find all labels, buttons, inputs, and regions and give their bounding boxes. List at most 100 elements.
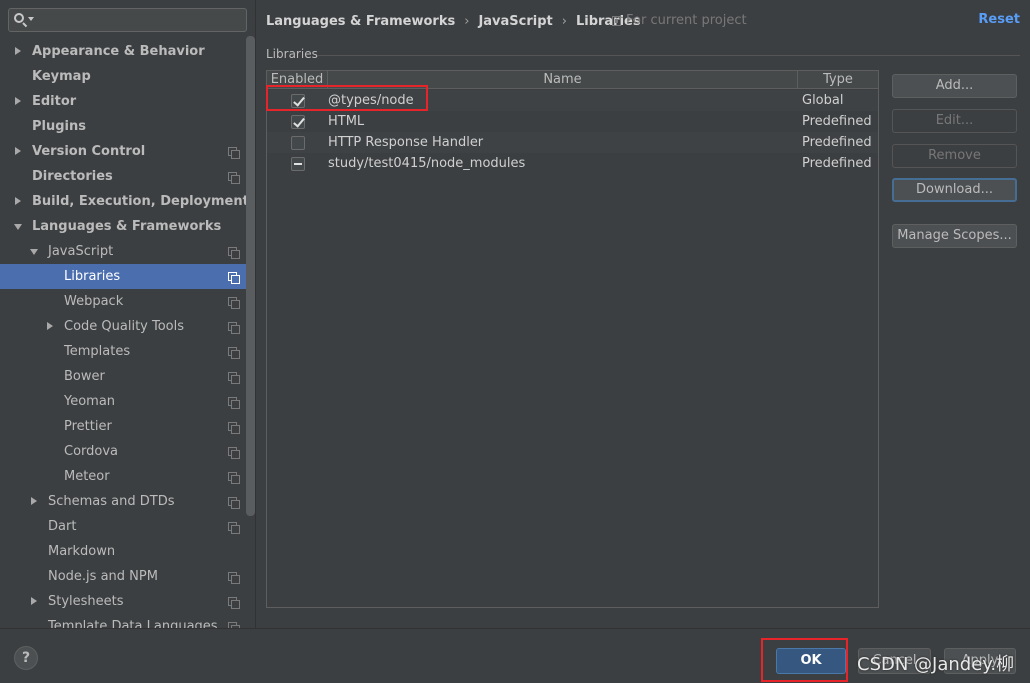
chevron-right-icon[interactable] — [15, 197, 21, 205]
sidebar-scrollbar[interactable] — [246, 36, 255, 516]
search-box[interactable] — [8, 8, 247, 32]
settings-sidebar: Appearance & Behavior Keymap Editor Plug… — [0, 0, 256, 628]
project-settings-icon — [228, 597, 240, 609]
sidebar-item-label: Prettier — [64, 419, 112, 434]
sidebar-item-label: Version Control — [32, 144, 146, 159]
sidebar-item-label: Markdown — [48, 544, 116, 559]
search-icon[interactable] — [13, 12, 35, 28]
project-settings-icon — [228, 422, 240, 434]
sidebar-item-editor[interactable]: Editor — [0, 89, 248, 114]
sidebar-item-libraries[interactable]: Libraries — [0, 264, 248, 289]
enabled-checkbox[interactable] — [290, 156, 305, 171]
enabled-checkbox[interactable] — [290, 114, 305, 129]
sidebar-item-meteor[interactable]: Meteor — [0, 464, 248, 489]
project-settings-icon — [228, 522, 240, 534]
sidebar-item-label: Stylesheets — [48, 594, 124, 609]
table-cell-type: Global — [802, 93, 844, 108]
chevron-right-icon[interactable] — [15, 97, 21, 105]
remove-button[interactable]: Remove — [892, 144, 1017, 168]
sidebar-item-webpack[interactable]: Webpack — [0, 289, 248, 314]
sidebar-item-label: Meteor — [64, 469, 110, 484]
sidebar-item-label: Libraries — [64, 269, 121, 284]
sidebar-item-yeoman[interactable]: Yeoman — [0, 389, 248, 414]
sidebar-item-dart[interactable]: Dart — [0, 514, 248, 539]
sidebar-item-prettier[interactable]: Prettier — [0, 414, 248, 439]
sidebar-item-label: Cordova — [64, 444, 119, 459]
sidebar-item-languages-frameworks[interactable]: Languages & Frameworks — [0, 214, 248, 239]
enabled-checkbox[interactable] — [290, 93, 305, 108]
project-settings-icon — [228, 497, 240, 509]
search-input[interactable] — [35, 10, 246, 30]
table-row[interactable]: HTML Predefined — [267, 111, 878, 132]
dialog-footer: ? OK Cancel Apply CSDN @Jandey.柳 — [0, 628, 1030, 683]
sidebar-item-markdown[interactable]: Markdown — [0, 539, 248, 564]
sidebar-item-directories[interactable]: Directories — [0, 164, 248, 189]
sidebar-item-schemas-dtds[interactable]: Schemas and DTDs — [0, 489, 248, 514]
chevron-down-icon[interactable] — [14, 224, 22, 230]
project-settings-icon — [228, 247, 240, 259]
sidebar-item-stylesheets[interactable]: Stylesheets — [0, 589, 248, 614]
table-cell-enabled — [267, 156, 328, 171]
sidebar-item-label: Appearance & Behavior — [32, 44, 205, 59]
project-settings-icon — [228, 397, 240, 409]
project-settings-icon — [228, 322, 240, 334]
sidebar-item-label: Template Data Languages — [48, 619, 218, 628]
sidebar-item-label: Node.js and NPM — [48, 569, 158, 584]
sidebar-item-keymap[interactable]: Keymap — [0, 64, 248, 89]
manage-scopes-button[interactable]: Manage Scopes... — [892, 224, 1017, 248]
sidebar-item-javascript[interactable]: JavaScript — [0, 239, 248, 264]
sidebar-item-label: Webpack — [64, 294, 124, 309]
table-cell-type: Predefined — [802, 114, 872, 129]
add-button[interactable]: Add... — [892, 74, 1017, 98]
table-body: @types/node Global HTML Predefined HTTP … — [267, 90, 878, 174]
sidebar-item-code-quality-tools[interactable]: Code Quality Tools — [0, 314, 248, 339]
sidebar-item-nodejs-npm[interactable]: Node.js and NPM — [0, 564, 248, 589]
table-cell-type: Predefined — [802, 135, 872, 150]
chevron-right-icon[interactable] — [47, 322, 53, 330]
scope-indicator: For current project — [612, 13, 747, 28]
column-header-type[interactable]: Type — [798, 71, 878, 89]
cancel-button[interactable]: Cancel — [858, 648, 931, 674]
download-button[interactable]: Download... — [892, 178, 1017, 202]
table-row[interactable]: @types/node Global — [267, 90, 878, 111]
column-header-name[interactable]: Name — [328, 71, 798, 89]
sidebar-item-label: Code Quality Tools — [64, 319, 185, 334]
sidebar-item-plugins[interactable]: Plugins — [0, 114, 248, 139]
project-icon — [612, 15, 621, 26]
sidebar-item-label: Plugins — [32, 119, 86, 134]
column-header-enabled[interactable]: Enabled — [267, 71, 328, 89]
sidebar-item-label: Keymap — [32, 69, 91, 84]
enabled-checkbox[interactable] — [290, 135, 305, 150]
table-cell-name: @types/node — [328, 93, 414, 108]
chevron-right-icon[interactable] — [15, 147, 21, 155]
sidebar-item-bower[interactable]: Bower — [0, 364, 248, 389]
table-header: Enabled Name Type — [267, 71, 878, 89]
sidebar-item-templates[interactable]: Templates — [0, 339, 248, 364]
sidebar-item-cordova[interactable]: Cordova — [0, 439, 248, 464]
sidebar-item-appearance-behavior[interactable]: Appearance & Behavior — [0, 39, 248, 64]
table-row[interactable]: HTTP Response Handler Predefined — [267, 132, 878, 153]
chevron-right-icon[interactable] — [31, 597, 37, 605]
sidebar-item-label: Languages & Frameworks — [32, 219, 222, 234]
table-cell-type: Predefined — [802, 156, 872, 171]
table-row[interactable]: study/test0415/node_modules Predefined — [267, 153, 878, 174]
table-cell-enabled — [267, 93, 328, 108]
chevron-right-icon[interactable] — [15, 47, 21, 55]
sidebar-item-version-control[interactable]: Version Control — [0, 139, 248, 164]
reset-link[interactable]: Reset — [978, 12, 1020, 27]
sidebar-item-build-execution-deployment[interactable]: Build, Execution, Deployment — [0, 189, 249, 214]
ok-button[interactable]: OK — [776, 648, 846, 674]
scope-label: For current project — [626, 13, 747, 28]
sidebar-item-template-data-languages[interactable]: Template Data Languages — [0, 614, 248, 628]
help-icon[interactable]: ? — [14, 646, 38, 670]
project-settings-icon — [228, 272, 240, 284]
chevron-right-icon[interactable] — [31, 497, 37, 505]
table-cell-name: study/test0415/node_modules — [328, 156, 526, 171]
sidebar-item-label: Directories — [32, 169, 113, 184]
table-cell-name: HTTP Response Handler — [328, 135, 484, 150]
apply-button[interactable]: Apply — [944, 648, 1016, 674]
sidebar-item-label: Schemas and DTDs — [48, 494, 175, 509]
chevron-down-icon[interactable] — [30, 249, 38, 255]
edit-button[interactable]: Edit... — [892, 109, 1017, 133]
sidebar-item-label: Yeoman — [64, 394, 116, 409]
